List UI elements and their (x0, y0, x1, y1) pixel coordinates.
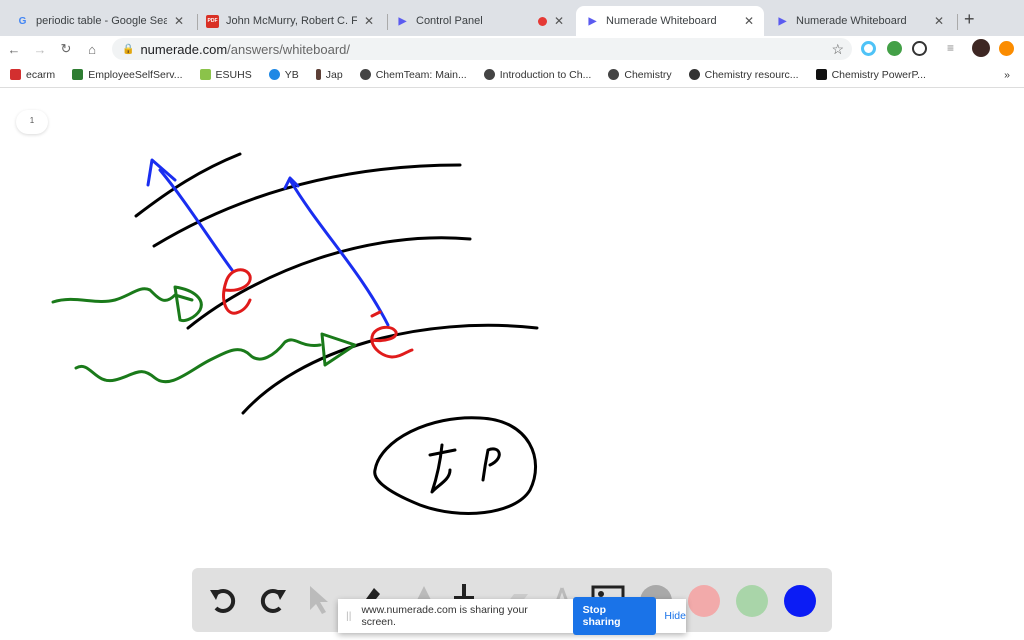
tab-google-search[interactable]: Gperiodic table - Google Search✕ (6, 6, 194, 36)
google-icon: G (18, 15, 27, 27)
numerade-icon: ▶ (588, 15, 597, 27)
bookmark-item[interactable]: EmployeeSelfServ... (72, 69, 183, 81)
undo-icon[interactable] (206, 582, 242, 618)
back-button[interactable]: ← (2, 42, 26, 57)
green-wave (51, 285, 203, 322)
bookmark-icon (315, 69, 321, 80)
stop-sharing-button[interactable]: Stop sharing (572, 597, 657, 635)
tab-pdf[interactable]: PDF John McMurry, Robert C. Fay ✕ (196, 6, 384, 36)
bookmark-icon (815, 69, 827, 80)
close-icon[interactable]: ✕ (364, 14, 374, 28)
redo-icon[interactable] (254, 582, 290, 618)
green-wave (74, 332, 357, 384)
bookmarks-more-button[interactable]: » (1004, 69, 1010, 81)
black-stroke (186, 236, 472, 330)
color-swatch-red[interactable] (688, 585, 720, 617)
screen-share-notification: || www.numerade.com is sharing your scre… (338, 597, 686, 635)
extension-shield-icon[interactable] (887, 41, 902, 56)
numerade-icon: ▶ (778, 15, 787, 27)
bookmarks-bar: ecarm EmployeeSelfServ... ESUHS YB Jap C… (0, 62, 1024, 88)
pointer-icon[interactable] (302, 582, 338, 618)
red-e (222, 268, 252, 315)
close-icon[interactable]: ✕ (744, 14, 754, 28)
globe-icon (608, 69, 620, 80)
forward-button[interactable]: → (28, 42, 52, 57)
extension-icon[interactable] (999, 41, 1014, 56)
reload-button[interactable]: ↻ (54, 41, 78, 57)
bookmark-item[interactable]: ecarm (10, 69, 55, 81)
blue-arrow (146, 158, 234, 272)
address-bar-row: ← → ↻ ⌂ 🔒 numerade.com/answers/whiteboar… (0, 36, 1024, 62)
black-ellipse (373, 416, 538, 515)
color-swatch-green[interactable] (736, 585, 768, 617)
hide-button[interactable]: Hide (664, 610, 686, 622)
bookmark-icon (688, 69, 700, 80)
bookmark-item[interactable]: Chemistry resourc... (688, 69, 799, 81)
avatar[interactable] (972, 39, 990, 57)
tab-numerade-whiteboard-active[interactable]: ▶ Numerade Whiteboard ✕ (576, 6, 764, 36)
recording-icon (537, 16, 547, 26)
bookmark-icon (199, 69, 211, 80)
bookmark-item[interactable]: ChemTeam: Main... (359, 69, 467, 81)
tab-numerade-whiteboard[interactable]: ▶ Numerade Whiteboard ✕ (766, 6, 954, 36)
bookmark-icon (268, 69, 280, 80)
whiteboard-canvas[interactable] (0, 88, 1024, 640)
reading-list-icon[interactable]: ≡ (947, 41, 962, 56)
home-button[interactable]: ⌂ (80, 42, 104, 57)
numerade-icon: ▶ (398, 15, 407, 27)
lock-icon: 🔒 (122, 43, 135, 55)
drag-handle[interactable]: || (346, 610, 351, 622)
bookmark-icon (10, 69, 21, 80)
bookmark-item[interactable]: ESUHS (199, 69, 252, 81)
tab-bar: Gperiodic table - Google Search✕ PDFJohn… (0, 0, 1024, 36)
bookmark-item[interactable]: Introduction to Ch... (483, 69, 591, 81)
tab-control-panel[interactable]: ▶ Control Panel ✕ (386, 6, 574, 36)
pdf-icon: PDF (206, 14, 219, 28)
close-icon[interactable]: ✕ (554, 14, 564, 28)
bookmark-icon (72, 69, 84, 80)
bookmark-item[interactable]: Jap (315, 69, 343, 81)
close-icon[interactable]: ✕ (174, 14, 184, 28)
globe-icon (483, 69, 495, 80)
black-sp-text (428, 443, 501, 494)
bookmark-item[interactable]: YB (268, 69, 299, 81)
bookmark-item[interactable]: Chemistry (608, 69, 672, 81)
globe-icon (359, 69, 371, 80)
extension-icon[interactable] (912, 41, 927, 56)
new-tab-button[interactable]: + (964, 9, 975, 30)
bookmark-star-icon[interactable]: ☆ (831, 41, 844, 58)
bookmark-item[interactable]: Chemistry PowerP... (815, 69, 926, 81)
extension-icon[interactable] (861, 41, 876, 56)
url-field[interactable]: 🔒 numerade.com/answers/whiteboard/ ☆ (112, 38, 852, 60)
color-swatch-blue[interactable] (784, 585, 816, 617)
page-indicator[interactable]: 1 (16, 110, 48, 134)
close-icon[interactable]: ✕ (934, 14, 944, 28)
